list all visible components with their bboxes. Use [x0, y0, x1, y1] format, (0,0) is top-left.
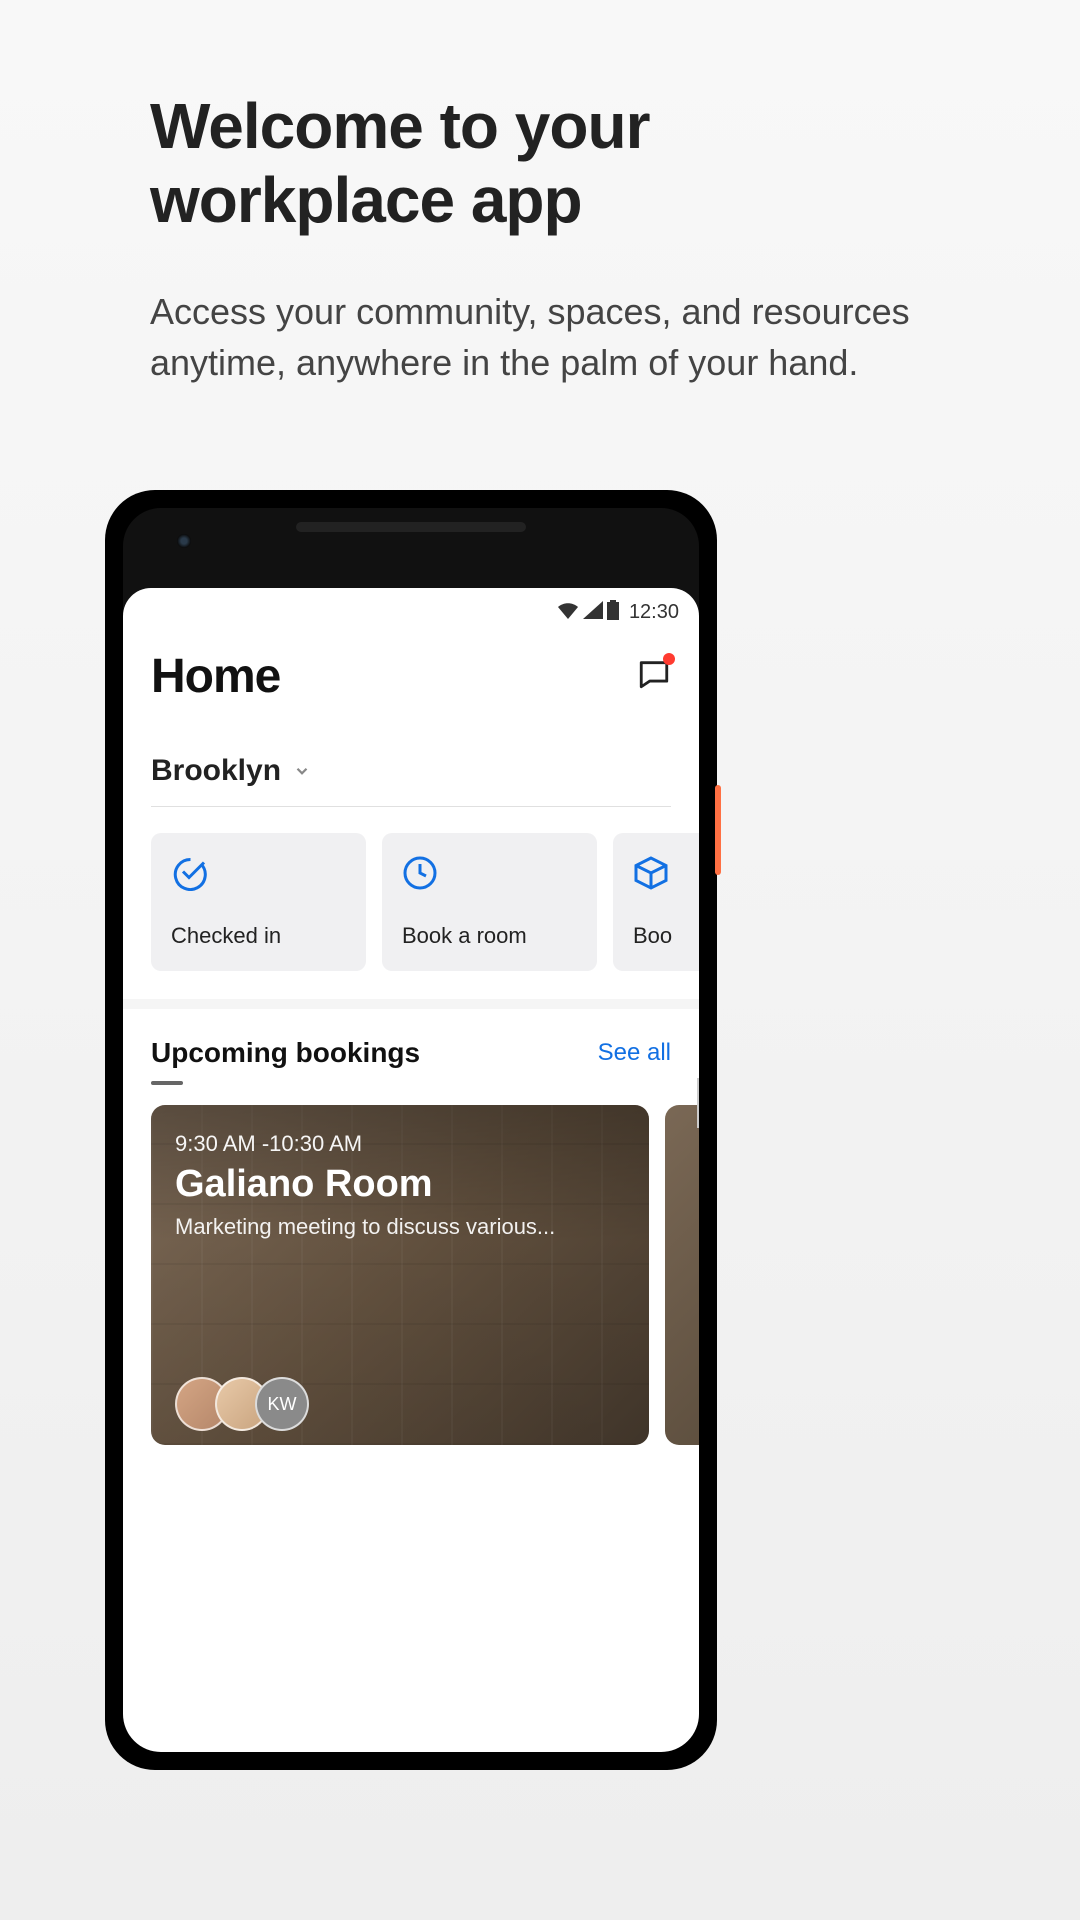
checked-in-card[interactable]: Checked in — [151, 833, 366, 971]
chevron-down-icon — [293, 762, 311, 780]
phone-bezel: 12:30 Home Brooklyn — [123, 508, 699, 1752]
location-name: Brooklyn — [151, 754, 281, 788]
app-screen: 12:30 Home Brooklyn — [123, 588, 699, 1752]
attendee-avatars: KW — [175, 1377, 309, 1431]
action-card-label: Boo — [633, 923, 699, 949]
app-header: Home — [123, 631, 699, 704]
section-divider — [123, 999, 699, 1009]
page-subtitle: Access your community, spaces, and resou… — [150, 287, 930, 388]
cube-icon — [633, 855, 699, 896]
action-card-label: Book a room — [402, 923, 577, 949]
booking-cards-row: 9:30 AM -10:30 AM Galiano Room Marketing… — [123, 1105, 699, 1445]
notification-badge — [663, 653, 675, 665]
quick-actions-row: Checked in Book a room — [123, 807, 699, 999]
bookings-header: Upcoming bookings See all — [123, 1009, 699, 1081]
app-title: Home — [151, 649, 280, 704]
chat-button[interactable] — [637, 657, 671, 696]
booking-description: Marketing meeting to discuss various... — [175, 1214, 625, 1240]
phone-power-button — [715, 785, 721, 875]
location-selector[interactable]: Brooklyn — [151, 754, 671, 807]
booking-card-peek[interactable] — [665, 1105, 699, 1445]
signal-icon — [583, 601, 603, 624]
tab-indicator — [151, 1081, 183, 1085]
avatar-initials[interactable]: KW — [255, 1377, 309, 1431]
phone-speaker — [296, 522, 526, 532]
phone-frame: 12:30 Home Brooklyn — [105, 490, 717, 1770]
checkmark-circle-icon — [171, 855, 346, 896]
book-card-peek[interactable]: Boo — [613, 833, 699, 971]
phone-camera — [177, 534, 191, 548]
see-all-link[interactable]: See all — [598, 1039, 671, 1067]
bookings-title: Upcoming bookings — [151, 1037, 420, 1069]
booking-time: 9:30 AM -10:30 AM — [175, 1131, 625, 1157]
clock-icon — [402, 855, 577, 896]
scroll-indicator — [697, 1078, 699, 1128]
status-bar: 12:30 — [123, 588, 699, 631]
battery-icon — [607, 600, 619, 625]
booking-room-name: Galiano Room — [175, 1163, 625, 1206]
booking-card[interactable]: 9:30 AM -10:30 AM Galiano Room Marketing… — [151, 1105, 649, 1445]
action-card-label: Checked in — [171, 923, 346, 949]
marketing-header: Welcome to your workplace app Access you… — [0, 0, 1080, 388]
status-time: 12:30 — [629, 601, 679, 624]
wifi-icon — [557, 601, 579, 624]
book-room-card[interactable]: Book a room — [382, 833, 597, 971]
page-title: Welcome to your workplace app — [150, 90, 930, 237]
